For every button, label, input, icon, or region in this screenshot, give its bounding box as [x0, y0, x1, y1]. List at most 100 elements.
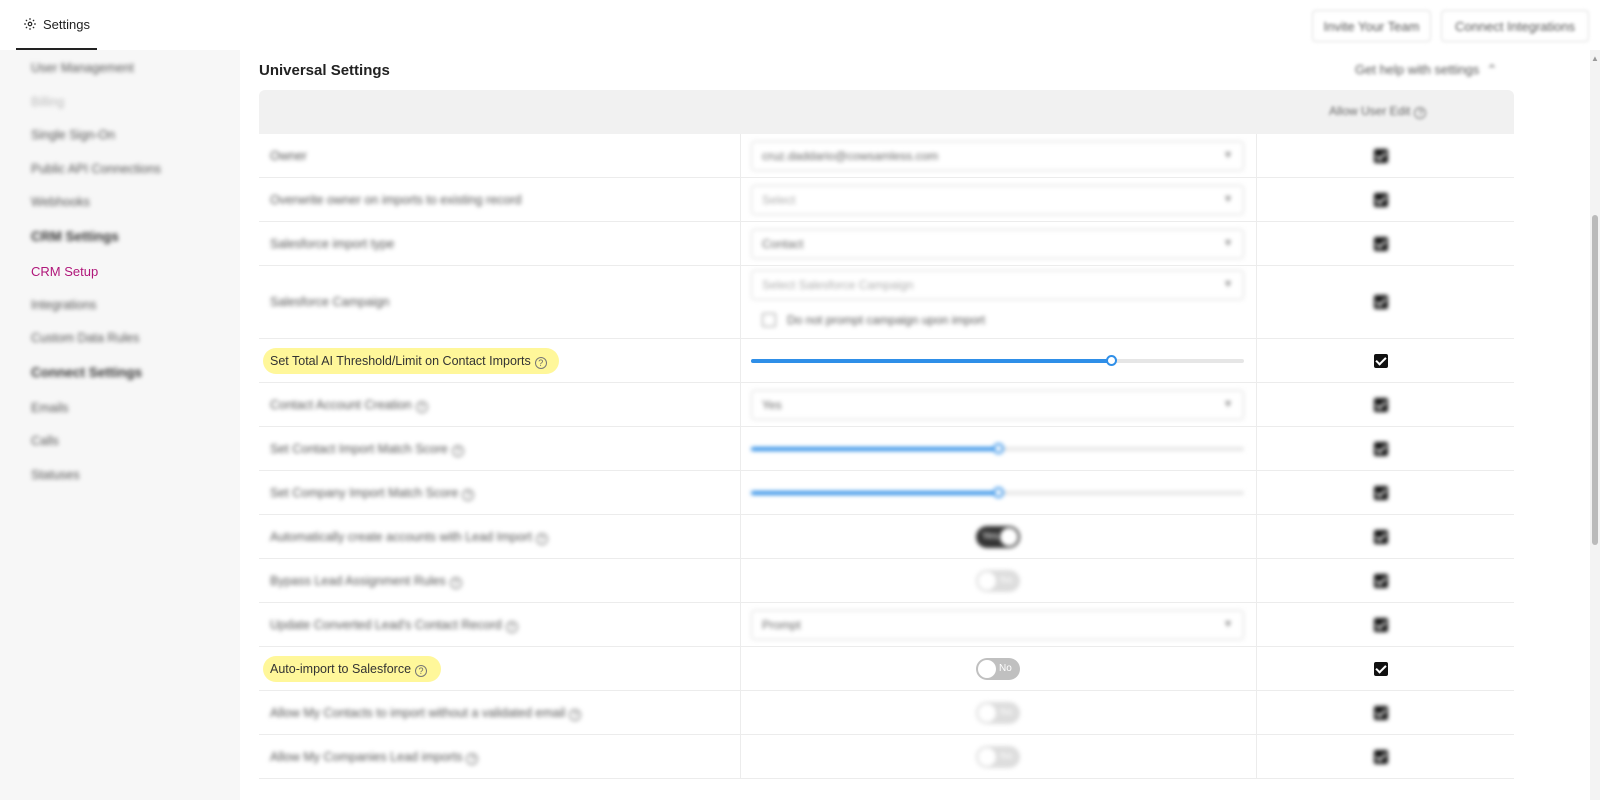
- help-icon: ?: [449, 577, 462, 589]
- row-label: Set Total AI Threshold/Limit on Contact …: [270, 354, 547, 369]
- row-label: Allow My Contacts to import without a va…: [270, 706, 582, 721]
- no-prompt-campaign-label: Do not prompt campaign upon import: [787, 313, 986, 327]
- allow-edit-checkbox[interactable]: [1374, 237, 1388, 251]
- update-converted-lead-select[interactable]: Prompt ▼: [751, 610, 1244, 640]
- sidebar-item-crm-setup[interactable]: CRM Setup: [31, 264, 98, 279]
- chevron-down-icon: ▼: [1223, 194, 1233, 205]
- allow-edit-checkbox[interactable]: [1374, 149, 1388, 163]
- table-row-companies-lead-imports: Allow My Companies Lead imports? No: [259, 735, 1514, 779]
- sidebar: User Management Billing Single Sign-On P…: [0, 50, 240, 800]
- allow-edit-checkbox[interactable]: [1374, 398, 1388, 412]
- sidebar-item-billing[interactable]: Billing: [31, 95, 64, 109]
- row-label: Automatically create accounts with Lead …: [270, 530, 548, 545]
- row-label: Owner: [270, 149, 307, 163]
- table-row-no-validated-email: Allow My Contacts to import without a va…: [259, 691, 1514, 735]
- sidebar-item-webhooks[interactable]: Webhooks: [31, 195, 90, 209]
- table-row-campaign: Salesforce Campaign Select Salesforce Ca…: [259, 266, 1514, 339]
- sidebar-heading-crm-settings: CRM Settings: [31, 229, 119, 244]
- allow-edit-checkbox[interactable]: [1374, 354, 1388, 368]
- row-label: Update Converted Lead's Contact Record?: [270, 618, 518, 633]
- gear-icon: [24, 18, 36, 30]
- slider-thumb[interactable]: [992, 443, 1004, 454]
- ai-threshold-slider[interactable]: [751, 355, 1244, 366]
- allow-edit-checkbox[interactable]: [1374, 530, 1388, 544]
- page-title: Universal Settings: [259, 62, 390, 79]
- tab-settings-label: Settings: [43, 16, 90, 32]
- row-label: Set Company Import Match Score?: [270, 486, 475, 501]
- allow-edit-checkbox[interactable]: [1374, 574, 1388, 588]
- toggle-knob: [978, 704, 996, 722]
- table-row-ai-threshold: Set Total AI Threshold/Limit on Contact …: [259, 339, 1514, 383]
- toggle-knob: [1000, 528, 1018, 546]
- no-validated-email-toggle[interactable]: No: [976, 702, 1020, 724]
- chevron-down-icon: ▼: [1223, 399, 1233, 410]
- sidebar-item-user-management[interactable]: User Management: [31, 61, 134, 75]
- help-icon: ?: [462, 489, 475, 501]
- help-icon[interactable]: ?: [534, 357, 547, 369]
- allow-edit-checkbox[interactable]: [1374, 750, 1388, 764]
- chevron-down-icon: ▼: [1223, 279, 1233, 290]
- table-row-auto-create-accounts: Automatically create accounts with Lead …: [259, 515, 1514, 559]
- sidebar-item-integrations[interactable]: Integrations: [31, 298, 96, 312]
- allow-edit-checkbox[interactable]: [1374, 442, 1388, 456]
- invite-team-button[interactable]: Invite Your Team: [1312, 10, 1431, 42]
- allow-edit-checkbox[interactable]: [1374, 295, 1388, 309]
- company-match-slider[interactable]: [751, 487, 1244, 498]
- chevron-down-icon: ▼: [1223, 150, 1233, 161]
- slider-fill: [751, 359, 1111, 363]
- overwrite-owner-select[interactable]: Select ▼: [751, 185, 1244, 215]
- connect-integrations-button[interactable]: Connect Integrations: [1441, 10, 1589, 42]
- sidebar-heading-connect-settings: Connect Settings: [31, 365, 143, 380]
- toggle-knob: [978, 748, 996, 766]
- slider-thumb[interactable]: [992, 487, 1004, 498]
- auto-create-accounts-toggle[interactable]: Yes: [976, 526, 1020, 548]
- row-label: Bypass Lead Assignment Rules?: [270, 574, 462, 589]
- slider-fill: [751, 491, 998, 495]
- table-row-account-creation: Contact Account Creation? Yes ▼: [259, 383, 1514, 427]
- allow-edit-checkbox[interactable]: [1374, 486, 1388, 500]
- sidebar-item-public-api[interactable]: Public API Connections: [31, 162, 161, 176]
- table-row-company-match-score: Set Company Import Match Score?: [259, 471, 1514, 515]
- row-label: Salesforce Campaign: [270, 295, 390, 309]
- sidebar-item-emails[interactable]: Emails: [31, 401, 69, 415]
- table-row-contact-match-score: Set Contact Import Match Score?: [259, 427, 1514, 471]
- sidebar-item-calls[interactable]: Calls: [31, 434, 59, 448]
- companies-lead-imports-toggle[interactable]: No: [976, 746, 1020, 768]
- allow-edit-checkbox[interactable]: [1374, 662, 1388, 676]
- help-link[interactable]: Get help with settings ⌃: [1355, 62, 1497, 78]
- account-creation-select[interactable]: Yes ▼: [751, 390, 1244, 420]
- import-type-select[interactable]: Contact ▼: [751, 229, 1244, 259]
- sidebar-item-statuses[interactable]: Statuses: [31, 468, 80, 482]
- tab-settings[interactable]: Settings: [16, 0, 97, 50]
- chevron-up-icon: ⌃: [1486, 62, 1498, 77]
- campaign-select[interactable]: Select Salesforce Campaign ▼: [751, 270, 1244, 300]
- scrollbar-thumb[interactable]: [1592, 215, 1598, 545]
- help-icon[interactable]: ?: [415, 665, 428, 677]
- sidebar-item-sso[interactable]: Single Sign-On: [31, 128, 115, 142]
- help-icon: ?: [505, 621, 518, 633]
- scrollbar[interactable]: ▲: [1590, 50, 1600, 800]
- help-icon: ?: [1414, 107, 1427, 119]
- auto-import-toggle[interactable]: No: [976, 658, 1020, 680]
- help-icon: ?: [466, 753, 479, 765]
- allow-edit-checkbox[interactable]: [1374, 706, 1388, 720]
- scroll-up-icon[interactable]: ▲: [1591, 54, 1599, 63]
- row-label: Contact Account Creation?: [270, 398, 428, 413]
- table-header: Allow User Edit?: [259, 90, 1514, 134]
- table-row-owner: Owner cruz.daddario@cowsamless.com ▼: [259, 134, 1514, 178]
- slider-thumb[interactable]: [1105, 355, 1117, 366]
- help-icon: ?: [569, 709, 582, 721]
- allow-edit-checkbox[interactable]: [1374, 618, 1388, 632]
- allow-edit-checkbox[interactable]: [1374, 193, 1388, 207]
- contact-match-slider[interactable]: [751, 443, 1244, 454]
- toggle-knob: [978, 572, 996, 590]
- help-icon: ?: [451, 445, 464, 457]
- owner-select[interactable]: cruz.daddario@cowsamless.com ▼: [751, 141, 1244, 171]
- sidebar-item-custom-data-rules[interactable]: Custom Data Rules: [31, 331, 139, 345]
- bypass-lead-rules-toggle[interactable]: No: [976, 570, 1020, 592]
- table-row-auto-import: Auto-import to Salesforce? No: [259, 647, 1514, 691]
- table-row-update-converted-lead: Update Converted Lead's Contact Record? …: [259, 603, 1514, 647]
- row-label: Overwrite owner on imports to existing r…: [270, 193, 522, 207]
- main-content: Universal Settings Get help with setting…: [240, 50, 1590, 800]
- no-prompt-campaign-checkbox[interactable]: [762, 313, 776, 327]
